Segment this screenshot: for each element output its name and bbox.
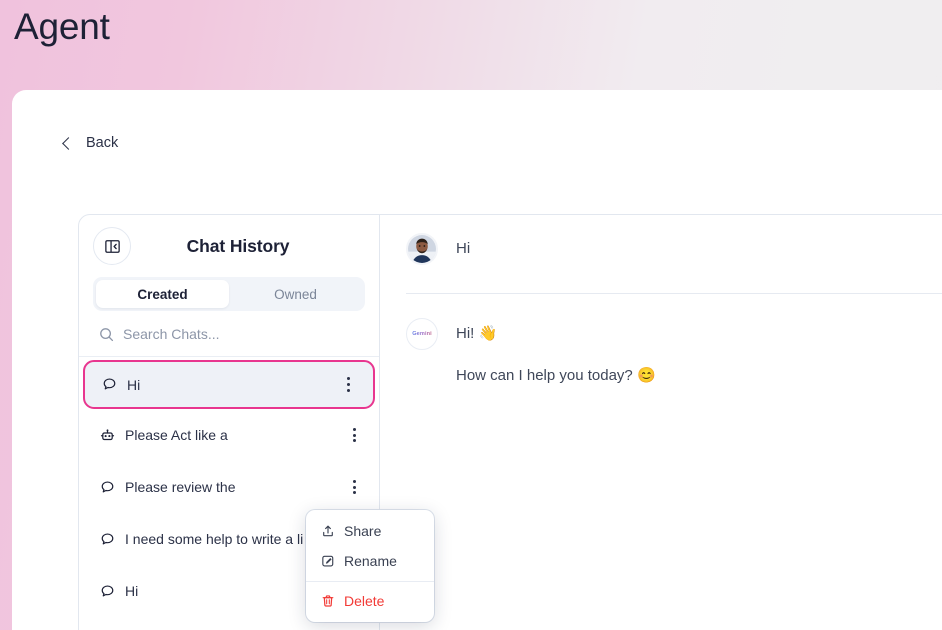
share-upload-icon: [320, 524, 335, 539]
gemini-avatar: Gemini: [406, 318, 438, 350]
chat-bubble-icon: [99, 479, 115, 495]
sidebar-header: Chat History: [79, 215, 379, 275]
back-button[interactable]: Back: [62, 135, 119, 151]
edit-pencil-icon: [320, 554, 335, 569]
chat-list-item-label: Hi: [127, 376, 141, 393]
search-input[interactable]: [123, 326, 333, 342]
chat-list-item-label: Please Act like a: [125, 427, 228, 443]
chat-list-item[interactable]: Hi: [83, 360, 375, 409]
chat-list-item-label: Hi: [125, 583, 139, 599]
chat-history-sidebar: Chat History Created Owned Search Chats.…: [79, 215, 434, 630]
chat-item-context-menu: Share Rename Delete: [306, 510, 434, 622]
chat-item-menu-button[interactable]: [337, 372, 359, 398]
search-row: [79, 311, 379, 357]
chat-panel: Chat History Created Owned Search Chats.…: [78, 214, 942, 630]
context-menu-share-label: Share: [344, 523, 382, 539]
chat-bubble-icon: [99, 583, 115, 599]
message-user-body: Hi: [456, 233, 470, 260]
conversation-panel: Hi Gemini Hi! 👋 How can I help you today…: [380, 215, 942, 630]
message-assistant-body: Hi! 👋 How can I help you today? 😊: [456, 318, 656, 387]
message-text: How can I help you today? 😊: [456, 366, 656, 384]
app-card: Back Chat History Created Owned Search C…: [12, 90, 942, 630]
message-user: Hi: [380, 233, 942, 265]
context-menu-rename-label: Rename: [344, 553, 397, 569]
user-photo-avatar: [406, 233, 438, 265]
chat-bubble-icon: [99, 531, 115, 547]
chat-item-menu-button[interactable]: [343, 422, 365, 448]
back-button-label: Back: [86, 135, 119, 151]
robot-icon: [99, 427, 115, 443]
chat-list-item-label: I need some help to write a li: [125, 531, 304, 547]
message-text: Hi: [456, 240, 471, 257]
sidebar-collapse-icon: [104, 239, 120, 253]
chat-list-item[interactable]: Please Act like a: [79, 409, 379, 461]
context-menu-rename[interactable]: Rename: [306, 546, 434, 576]
avatar-photo: [408, 235, 436, 263]
context-menu-share[interactable]: Share: [306, 516, 434, 546]
tab-created[interactable]: Created: [96, 280, 229, 308]
tab-owned[interactable]: Owned: [229, 280, 362, 308]
context-menu-divider: [306, 581, 434, 582]
search-icon: [100, 327, 114, 341]
sidebar-title: Chat History: [186, 235, 290, 256]
sidebar-collapse-button[interactable]: [93, 227, 131, 265]
message-divider: [406, 293, 942, 294]
chevron-left-icon: [62, 136, 75, 150]
chat-list-item[interactable]: Please review the: [79, 461, 379, 513]
message-text: Hi! 👋: [456, 325, 498, 342]
sidebar-tabs: Created Owned: [93, 277, 365, 311]
chat-list-item-label: Please review the: [125, 479, 236, 495]
trash-icon: [320, 594, 335, 609]
message-assistant: Gemini Hi! 👋 How can I help you today? 😊: [380, 318, 942, 387]
context-menu-delete[interactable]: Delete: [306, 586, 434, 616]
context-menu-delete-label: Delete: [344, 593, 385, 609]
page-title: Agent: [14, 6, 110, 47]
chat-bubble-icon: [101, 377, 117, 393]
chat-item-menu-button[interactable]: [343, 474, 365, 500]
